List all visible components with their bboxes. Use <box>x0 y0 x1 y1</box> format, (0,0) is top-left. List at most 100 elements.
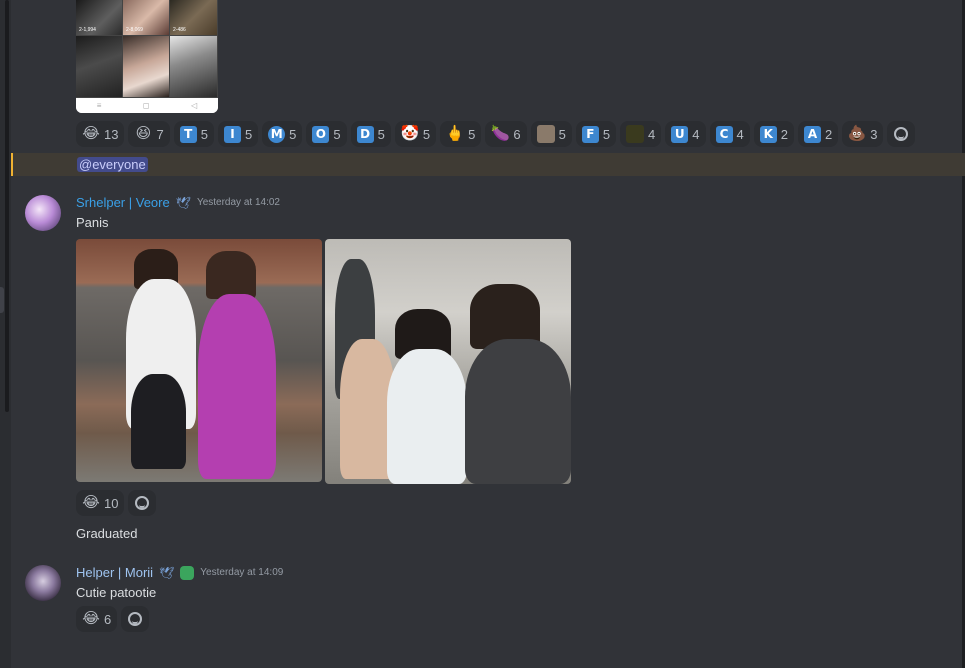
reaction-joy[interactable]: 😂 10 <box>76 490 125 516</box>
reaction-pill[interactable]: 😆 7 <box>128 121 170 147</box>
thumbnail: 2-8,069 <box>123 0 170 36</box>
add-reaction-button[interactable] <box>121 606 150 632</box>
rail-indicator <box>0 287 4 313</box>
reaction-count: 6 <box>513 126 521 142</box>
reaction-pill[interactable]: U4 <box>665 121 706 147</box>
add-reaction-button[interactable] <box>887 121 916 147</box>
reaction-pill[interactable]: K2 <box>753 121 794 147</box>
left-scroll-rail <box>0 0 11 668</box>
reaction-count: 2 <box>824 126 833 142</box>
dove-badge-icon: 🕊 <box>159 565 175 580</box>
reaction-count: 3 <box>870 126 878 142</box>
photo-subject-pants <box>131 374 186 469</box>
reaction-pill[interactable]: I5 <box>217 121 259 147</box>
add-reaction-icon <box>894 127 909 141</box>
phone-nav-bar: ≡ ◻ ◁ <box>76 98 218 113</box>
letter-f-icon: F <box>581 125 599 143</box>
reaction-count: 5 <box>558 126 566 142</box>
reaction-pill[interactable]: D5 <box>350 121 391 147</box>
laughing-emoji-icon: 😆 <box>135 125 152 142</box>
reaction-joy[interactable]: 😂 6 <box>76 606 118 632</box>
eggplant-emoji-icon: 🍆 <box>491 125 510 142</box>
dove-badge-icon: 🕊 <box>175 195 191 210</box>
reaction-count: 4 <box>736 126 744 142</box>
letter-o-icon: O <box>312 125 330 143</box>
reaction-count: 5 <box>244 126 253 142</box>
reaction-bar: 😂 6 <box>76 606 150 632</box>
custom-face-emoji-icon <box>536 125 555 143</box>
reaction-count: 5 <box>200 126 208 142</box>
home-icon: ◻ <box>142 101 150 110</box>
message-text: Graduated <box>76 526 138 541</box>
reaction-count: 5 <box>422 126 431 142</box>
timestamp: Yesterday at 14:02 <box>196 197 280 208</box>
reaction-pill[interactable]: 5 <box>530 121 572 147</box>
photo-attachment[interactable] <box>76 239 322 482</box>
timestamp: Yesterday at 14:09 <box>200 567 284 578</box>
reaction-pill[interactable]: 😂 13 <box>76 121 125 147</box>
message-text: Panis <box>76 215 109 230</box>
mention-highlight-row: @everyone <box>11 153 965 176</box>
letter-i-icon: I <box>223 125 241 143</box>
thumbnail-caption: 2-1,994 <box>79 27 96 33</box>
add-reaction-button[interactable] <box>128 490 157 516</box>
joy-emoji-icon: 😂 <box>82 494 100 511</box>
thumbnail-caption: 2-486 <box>173 27 186 33</box>
avatar[interactable] <box>25 565 61 601</box>
reaction-count: 5 <box>289 126 297 142</box>
reaction-pill[interactable]: F5 <box>575 121 617 147</box>
menu-icon: ≡ <box>96 101 102 110</box>
reaction-pill[interactable]: O5 <box>306 121 347 147</box>
reaction-pill[interactable]: 🍆 6 <box>485 121 527 147</box>
thumbnail <box>123 36 170 98</box>
thumbnail: 2-1,994 <box>76 0 123 36</box>
letter-d-icon: D <box>356 125 374 143</box>
photo-subject-shirt <box>387 349 467 484</box>
reaction-pill[interactable]: T5 <box>173 121 214 147</box>
add-reaction-icon <box>135 496 150 510</box>
letter-c-icon: C <box>715 125 733 143</box>
reaction-count: 5 <box>602 126 611 142</box>
scrollbar-thumb[interactable] <box>5 0 9 412</box>
username[interactable]: Helper | Morii <box>76 565 153 580</box>
reaction-pill[interactable]: A2 <box>797 121 839 147</box>
photo-subject-hair <box>206 251 256 299</box>
thumbnail-caption: 2-8,069 <box>126 27 143 33</box>
reaction-count: 4 <box>692 126 700 142</box>
reaction-count: 6 <box>104 611 112 627</box>
message-header: Helper | Morii 🕊 Yesterday at 14:09 <box>76 565 283 580</box>
reaction-bar: 😂 13 😆 7 T 5 I 5 M 5 O 5 D 5 🤡 5 🖕 5 🍆 6 5 F 5 4 U 4 C 4 K 2 A 2 💩 3 <box>76 121 965 147</box>
green-role-icon <box>180 565 195 580</box>
reaction-pill[interactable]: 💩 3 <box>842 121 884 147</box>
reaction-count: 7 <box>156 126 164 142</box>
custom-dark-emoji-icon <box>626 125 645 143</box>
joy-emoji-icon: 😂 <box>82 125 100 142</box>
clown-emoji-icon: 🤡 <box>400 125 420 142</box>
photo-attachment[interactable] <box>325 239 571 484</box>
everyone-mention[interactable]: @everyone <box>77 157 148 172</box>
photo-subject-dress <box>198 294 276 479</box>
letter-t-icon: T <box>179 125 197 143</box>
thumbnail: 2-486 <box>170 0 218 36</box>
reaction-count: 10 <box>104 495 119 511</box>
reaction-pill[interactable]: 🖕 5 <box>440 121 482 147</box>
attached-screenshot-image[interactable]: 2-1,994 2-8,069 2-486 ≡ ◻ ◁ <box>76 0 218 113</box>
letter-m-icon: M <box>268 125 286 143</box>
username[interactable]: Srhelper | Veore <box>76 195 170 210</box>
reaction-bar: 😂 10 <box>76 490 157 516</box>
reaction-pill[interactable]: 4 <box>620 121 662 147</box>
letter-k-icon: K <box>759 125 777 143</box>
reaction-count: 5 <box>377 126 385 142</box>
avatar[interactable] <box>25 195 61 231</box>
message-text: Cutie patootie <box>76 585 157 600</box>
reaction-pill[interactable]: C4 <box>709 121 750 147</box>
letter-u-icon: U <box>671 125 689 143</box>
middle-finger-emoji-icon: 🖕 <box>445 125 465 142</box>
reaction-count: 5 <box>468 126 476 142</box>
reaction-count: 2 <box>780 126 788 142</box>
add-reaction-icon <box>128 612 143 626</box>
message-header: Srhelper | Veore 🕊 Yesterday at 14:02 <box>76 195 280 210</box>
reaction-pill[interactable]: 🤡 5 <box>394 121 437 147</box>
letter-a-icon: A <box>803 125 821 143</box>
reaction-pill[interactable]: M5 <box>262 121 303 147</box>
